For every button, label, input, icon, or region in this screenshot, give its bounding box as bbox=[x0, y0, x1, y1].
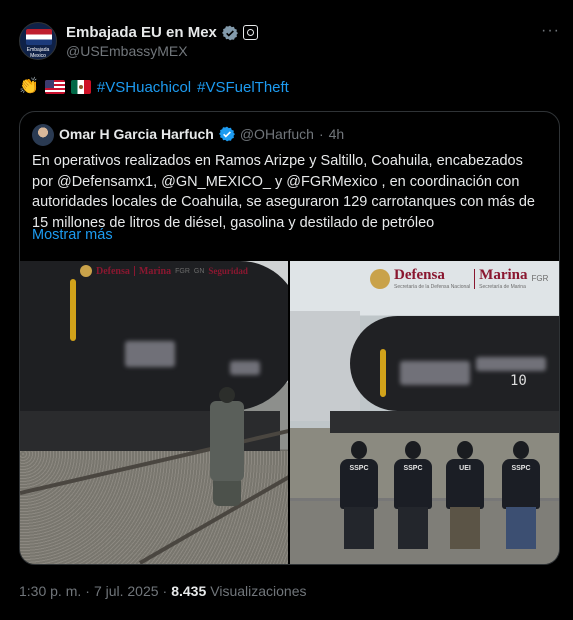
post-date[interactable]: 7 jul. 2025 bbox=[94, 583, 159, 599]
gravel-bed bbox=[20, 451, 288, 564]
banner-gn: GN bbox=[193, 267, 205, 275]
author-avatar[interactable]: Embajada Mexico bbox=[19, 22, 57, 60]
quoted-author-handle[interactable]: @OHarfuch bbox=[240, 126, 314, 142]
clapping-hands-emoji: 👏 bbox=[19, 78, 39, 95]
more-options-icon[interactable]: ··· bbox=[541, 22, 560, 40]
views-count[interactable]: 8.435 bbox=[171, 583, 206, 599]
author-name[interactable]: Embajada EU en Mex bbox=[66, 24, 217, 41]
agency-banner-left: Defensa Marina FGR GN Seguridad bbox=[80, 265, 248, 277]
banner-defensa-sub: Secretaría de la Defensa Nacional bbox=[394, 284, 471, 290]
views-label[interactable]: Visualizaciones bbox=[210, 583, 306, 599]
banner-marina: Marina bbox=[479, 267, 528, 283]
show-more-link[interactable]: Mostrar más bbox=[32, 227, 113, 243]
government-badge-icon[interactable] bbox=[242, 25, 258, 40]
guard-helmet bbox=[219, 387, 235, 403]
banner-fgr: FGR bbox=[175, 267, 190, 275]
hashtag-vshuachicol[interactable]: #VSHuachicol bbox=[97, 79, 191, 96]
banner-marina: Marina bbox=[138, 265, 172, 277]
photo-railcar-guard[interactable]: Defensa Marina FGR GN Seguridad bbox=[20, 261, 288, 564]
rail-frame bbox=[330, 411, 559, 433]
tank-stripe bbox=[380, 349, 386, 397]
officer-figure: SSPC bbox=[502, 439, 540, 549]
quoted-author-avatar[interactable] bbox=[32, 124, 54, 146]
quoted-post[interactable]: Omar H Garcia Harfuch @OHarfuch · 4h En … bbox=[19, 111, 560, 565]
post-text: 👏 #VSHuachicol #VSFuelTheft bbox=[19, 78, 289, 96]
banner-marina-sub: Secretaría de Marina bbox=[479, 284, 526, 290]
vest-label: SSPC bbox=[511, 465, 531, 472]
officer-figure: SSPC bbox=[394, 439, 432, 549]
blurred-label bbox=[400, 361, 470, 385]
mexico-flag-icon bbox=[70, 80, 91, 94]
footer-separator: · bbox=[162, 583, 168, 599]
banner-seguridad: Seguridad bbox=[208, 266, 248, 276]
officer-figure: UEI bbox=[446, 439, 484, 549]
banner-fgr: FGR bbox=[531, 274, 549, 283]
photo-officers-lineup[interactable]: 10 SSPC SSPC UEI SSPC Defensa Secretaría… bbox=[290, 261, 559, 564]
post-footer: 1:30 p. m. · 7 jul. 2025 · 8.435 Visuali… bbox=[19, 583, 307, 599]
tank-stripe bbox=[70, 279, 76, 341]
banner-divider bbox=[474, 268, 476, 289]
banner-divider bbox=[133, 266, 135, 276]
footer-separator: · bbox=[85, 583, 90, 599]
verified-badge-icon[interactable] bbox=[218, 126, 235, 142]
banner-defensa: Defensa bbox=[96, 265, 130, 277]
us-flag-icon bbox=[44, 80, 65, 94]
post: Embajada Mexico Embajada EU en Mex @USEm… bbox=[0, 0, 573, 620]
officer-figure: SSPC bbox=[340, 439, 378, 549]
verified-badge-icon[interactable] bbox=[221, 25, 238, 41]
post-time[interactable]: 1:30 p. m. bbox=[19, 583, 81, 599]
quoted-body: En operativos realizados en Ramos Arizpe… bbox=[32, 153, 535, 231]
hashtag-vsfueltheft[interactable]: #VSFuelTheft bbox=[197, 79, 289, 96]
media-grid: Defensa Marina FGR GN Seguridad 10 SSPC … bbox=[20, 261, 559, 564]
guard-figure bbox=[210, 401, 244, 481]
quoted-timestamp[interactable]: 4h bbox=[329, 126, 345, 142]
meta-separator: · bbox=[318, 126, 324, 142]
blurred-label bbox=[230, 361, 260, 375]
emblem-icon bbox=[80, 265, 92, 277]
quoted-author-name[interactable]: Omar H Garcia Harfuch bbox=[59, 126, 214, 142]
vest-label: UEI bbox=[459, 465, 471, 472]
blurred-label bbox=[476, 357, 546, 371]
tank-number: 10 bbox=[510, 373, 527, 389]
quoted-author-row: Omar H Garcia Harfuch @OHarfuch · 4h bbox=[59, 126, 344, 142]
vest-label: SSPC bbox=[403, 465, 423, 472]
vest-label: SSPC bbox=[349, 465, 369, 472]
banner-defensa: Defensa bbox=[394, 267, 445, 283]
agency-banner-right: Defensa Secretaría de la Defensa Naciona… bbox=[370, 267, 548, 290]
author-name-row: Embajada EU en Mex bbox=[66, 24, 258, 41]
blurred-label bbox=[125, 341, 175, 367]
tank-car bbox=[20, 261, 288, 411]
emblem-icon bbox=[370, 268, 390, 289]
author-handle[interactable]: @USEmbassyMEX bbox=[66, 43, 188, 59]
avatar-caption: Embajada Mexico bbox=[26, 47, 50, 59]
embassy-seal-icon bbox=[26, 29, 52, 45]
